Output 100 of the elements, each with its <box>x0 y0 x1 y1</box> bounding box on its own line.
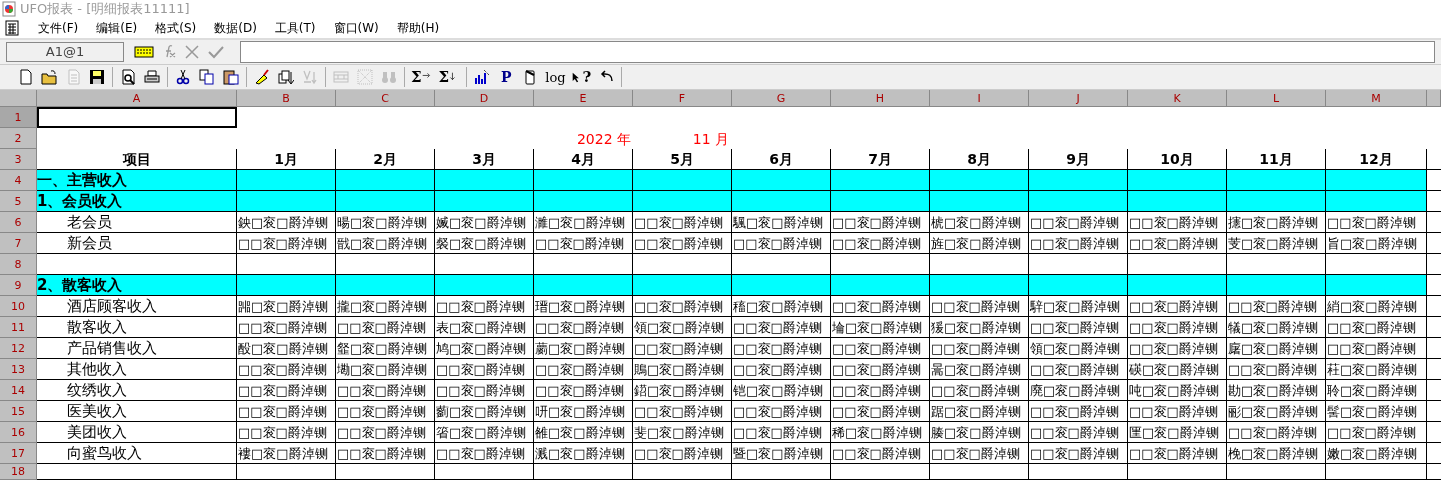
copy-down-icon <box>278 69 294 85</box>
column-header[interactable]: I <box>930 90 1029 107</box>
table-cell: 一、主营收入 <box>37 170 237 191</box>
column-header[interactable]: K <box>1128 90 1227 107</box>
table-cell: 表□衮□爵淖铡 <box>435 317 534 338</box>
selected-cell[interactable] <box>37 107 237 128</box>
row-header[interactable]: 5 <box>0 191 37 212</box>
table-cell: □□衮□爵淖铡 <box>336 380 435 401</box>
table-cell: 新会员 <box>37 233 237 254</box>
row-header[interactable]: 12 <box>0 338 37 359</box>
menu-item[interactable]: 编辑(E) <box>96 19 138 37</box>
formula-field[interactable] <box>240 41 1435 63</box>
brush-icon <box>254 69 270 85</box>
menu-item[interactable]: 窗口(W) <box>333 19 379 37</box>
table-cell: □□衮□爵淖铡 <box>930 380 1029 401</box>
table-cell: □□衮□爵淖铡 <box>1128 233 1227 254</box>
toolbar-button[interactable]: Σ <box>409 67 435 87</box>
toolbar-button[interactable]: log <box>543 67 568 87</box>
row-header[interactable]: 10 <box>0 296 37 317</box>
table-cell: 散客收入 <box>37 317 237 338</box>
table-cell: □□衮□爵淖铡 <box>1029 212 1128 233</box>
row-header[interactable]: 1 <box>0 107 37 128</box>
keyboard-icon[interactable] <box>134 44 154 60</box>
toolbar-button[interactable] <box>275 67 297 87</box>
row-header[interactable]: 18 <box>0 464 37 480</box>
column-header[interactable]: L <box>1227 90 1326 107</box>
check-icon[interactable] <box>206 44 226 60</box>
table-cell: 稀□衮□爵淖铡 <box>831 422 930 443</box>
table-cell: □□衮□爵淖铡 <box>732 233 831 254</box>
row-header[interactable]: 9 <box>0 275 37 296</box>
row-header[interactable]: 8 <box>0 254 37 275</box>
printer-icon <box>144 69 160 85</box>
table-cell: □□衮□爵淖铡 <box>831 401 930 422</box>
menu-item[interactable]: 帮助(H) <box>396 19 440 37</box>
table-cell: 吨□衮□爵淖铡 <box>1128 380 1227 401</box>
row-header[interactable]: 14 <box>0 380 37 401</box>
column-header[interactable]: E <box>534 90 633 107</box>
menu-item[interactable]: 格式(S) <box>155 19 197 37</box>
date-text: 2022 年 <box>575 129 632 149</box>
table-cell: 梚□衮□爵淖铡 <box>1227 443 1326 464</box>
menu-item[interactable]: 文件(F) <box>38 19 79 37</box>
row-header[interactable]: 4 <box>0 170 37 191</box>
toolbar-button[interactable] <box>220 67 242 87</box>
menu-item[interactable]: 数据(D) <box>214 19 257 37</box>
row-header[interactable]: 15 <box>0 401 37 422</box>
table-cell: □□衮□爵淖铡 <box>435 443 534 464</box>
table-cell: 酒店顾客收入 <box>37 296 237 317</box>
row-header[interactable]: 6 <box>0 212 37 233</box>
table-cell: 2、散客收入 <box>37 275 237 296</box>
row-header[interactable]: 16 <box>0 422 37 443</box>
table-cell: □□衮□爵淖铡 <box>336 401 435 422</box>
table-cell: 裻□衮□爵淖铡 <box>435 233 534 254</box>
table-cell: 咞□衮□爵淖铡 <box>534 401 633 422</box>
table-cell: 綃□衮□爵淖铡 <box>1326 296 1427 317</box>
table-cell: 酘□衮□爵淖铡 <box>237 338 336 359</box>
row-header[interactable]: 11 <box>0 317 37 338</box>
table-cell: 攇□衮□爵淖铡 <box>1227 212 1326 233</box>
table-cell: □□衮□爵淖铡 <box>1029 233 1128 254</box>
column-header[interactable]: A <box>37 90 237 107</box>
column-header[interactable]: J <box>1029 90 1128 107</box>
cell-reference-field[interactable]: A1@1 <box>6 42 124 62</box>
menu-item[interactable]: 工具(T) <box>274 19 316 37</box>
column-header[interactable]: C <box>336 90 435 107</box>
column-header[interactable]: D <box>435 90 534 107</box>
paste-icon <box>223 69 239 85</box>
table-cell: □□衮□爵淖铡 <box>831 296 930 317</box>
table-cell: □□衮□爵淖铡 <box>831 212 930 233</box>
table-cell: 箵□衮□爵淖铡 <box>435 422 534 443</box>
toolbar-button[interactable]: Σ <box>436 67 463 87</box>
row-header[interactable]: 2 <box>0 128 37 149</box>
table-cell: □□衮□爵淖铡 <box>237 380 336 401</box>
table-cell: □□衮□爵淖铡 <box>1227 422 1326 443</box>
toolbar-button[interactable]: P <box>495 67 518 87</box>
table-cell: 墈□衮□爵淖铡 <box>336 359 435 380</box>
column-header[interactable]: F <box>633 90 732 107</box>
row-header[interactable]: 3 <box>0 149 37 170</box>
document-icon[interactable] <box>4 20 20 36</box>
toolbar-button[interactable]: ? <box>569 67 594 87</box>
table-cell: 铠□衮□爵淖铡 <box>732 380 831 401</box>
column-header[interactable]: B <box>237 90 336 107</box>
document-icon <box>65 69 81 85</box>
table-cell: □□衮□爵淖铡 <box>1326 422 1427 443</box>
table-cell: □□衮□爵淖铡 <box>1128 317 1227 338</box>
table-cell: □□衮□爵淖铡 <box>534 317 633 338</box>
table-cell: 領□衮□爵淖铡 <box>1029 338 1128 359</box>
row-header[interactable]: 17 <box>0 443 37 464</box>
row-header[interactable]: 13 <box>0 359 37 380</box>
column-header[interactable]: H <box>831 90 930 107</box>
column-header[interactable]: G <box>732 90 831 107</box>
table-cell: □□衮□爵淖铡 <box>930 443 1029 464</box>
table-cell: 芰□衮□爵淖铡 <box>1227 233 1326 254</box>
table-cell: 勘□衮□爵淖铡 <box>1227 380 1326 401</box>
row-header[interactable]: 7 <box>0 233 37 254</box>
table-cell: 濉□衮□爵淖铡 <box>534 212 633 233</box>
table-cell: □□衮□爵淖铡 <box>633 443 732 464</box>
column-header[interactable]: M <box>1326 90 1427 107</box>
table-cell: 埨□衮□爵淖铡 <box>831 317 930 338</box>
table-cell: 聆□衮□爵淖铡 <box>1326 380 1427 401</box>
table-cell: □□衮□爵淖铡 <box>633 338 732 359</box>
table-cell: 向蜜鸟收入 <box>37 443 237 464</box>
